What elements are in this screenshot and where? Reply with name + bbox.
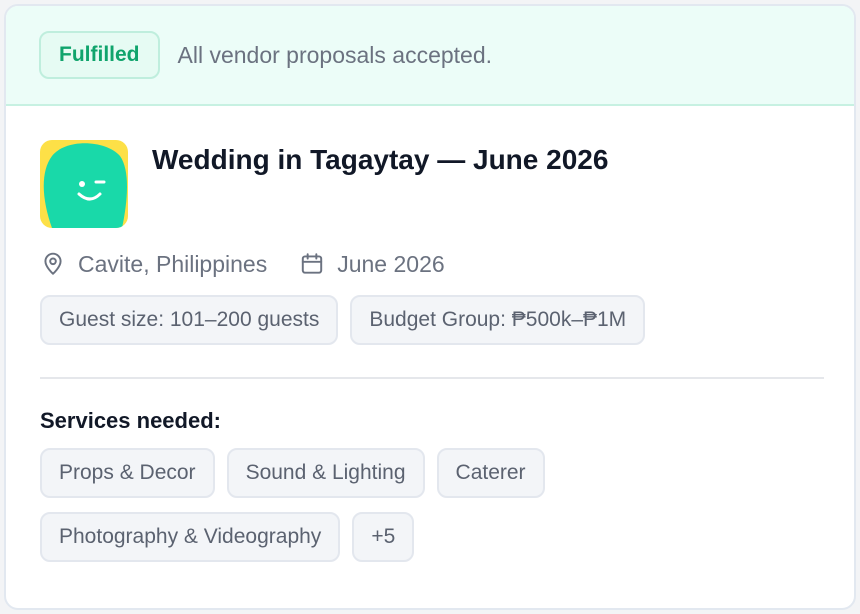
event-title: Wedding in Tagaytay — June 2026 [152, 144, 609, 175]
event-card[interactable]: Fulfilled All vendor proposals accepted.… [4, 4, 856, 610]
event-date: June 2026 [299, 250, 445, 278]
budget-group-tag: Budget Group: ₱500k–₱1M [350, 295, 646, 345]
services-heading: Services needed: [40, 408, 221, 433]
service-chip: Sound & Lighting [226, 448, 425, 498]
card-header: Wedding in Tagaytay — June 2026 [40, 140, 824, 228]
status-message: All vendor proposals accepted. [177, 41, 493, 68]
service-chip: Props & Decor [40, 448, 215, 498]
event-location-text: Cavite, Philippines [78, 250, 268, 277]
service-chip: Photography & Videography [40, 512, 341, 562]
smiley-avatar-icon [40, 140, 128, 228]
services-list: Props & Decor Sound & Lighting Caterer P… [40, 448, 640, 562]
more-services-chip[interactable]: +5 [352, 512, 415, 562]
service-chip: Caterer [436, 448, 545, 498]
event-meta: Cavite, Philippines June 2026 [40, 247, 824, 281]
map-pin-icon [40, 251, 66, 277]
status-banner: Fulfilled All vendor proposals accepted. [6, 6, 854, 106]
event-tags: Guest size: 101–200 guests Budget Group:… [40, 295, 824, 345]
card-content: Wedding in Tagaytay — June 2026 Cavite, … [40, 140, 824, 562]
divider [40, 377, 824, 379]
event-avatar [40, 140, 128, 228]
guest-size-tag: Guest size: 101–200 guests [40, 295, 339, 345]
event-date-text: June 2026 [337, 250, 445, 277]
event-location: Cavite, Philippines [40, 251, 267, 278]
calendar-icon [299, 251, 325, 277]
status-badge: Fulfilled [39, 31, 160, 79]
